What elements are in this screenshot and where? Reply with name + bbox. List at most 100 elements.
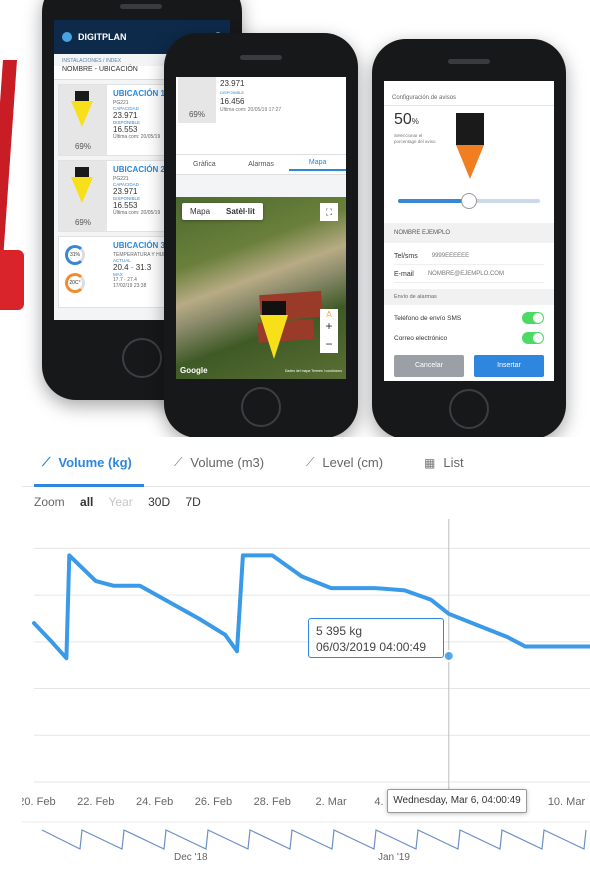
navigator-label-jan: Jan '19 — [378, 852, 410, 863]
phone-speaker — [240, 55, 282, 60]
available-value: 16.553 — [113, 125, 138, 134]
x-tick-label: 24. Feb — [136, 796, 173, 808]
capacity-value: 23.971 — [113, 111, 138, 120]
email-label: E-mail — [394, 271, 414, 278]
card-title: UBICACIÓN 3 — [113, 241, 166, 250]
tank-summary-lines: 23.971 DISPONIBLE 16.456 Ultima com: 20/… — [220, 79, 281, 115]
x-tick-label: 20. Feb — [22, 796, 56, 808]
home-button — [122, 338, 162, 378]
tab-grafica[interactable]: Gràfica — [176, 161, 233, 168]
home-button — [241, 387, 281, 427]
logo-icon — [62, 32, 72, 42]
tank-visual: 69% — [59, 85, 107, 155]
tank-top — [456, 113, 484, 145]
detail-tabs: Gràfica Alarmas Mapa — [176, 155, 346, 175]
satellite-map[interactable]: Mapa Satèl·lit ⛶ ♙ + − Google Dades del … — [176, 197, 346, 379]
last-update: Última com: 20/05/19 — [113, 210, 161, 216]
map-pin-tank-top — [262, 301, 286, 315]
map-pin-icon[interactable] — [260, 315, 288, 359]
tab-mapa[interactable]: Mapa — [289, 159, 346, 171]
sms-toggle-label: Teléfono de envío SMS — [394, 315, 462, 322]
last-update: Ultima com: 20/05/19 17:27 — [220, 107, 282, 113]
navigator-label-dec: Dec '18 — [174, 852, 208, 863]
map-terms[interactable]: Dades del mapa Termes i condicions — [285, 369, 342, 373]
alert-percent-hint: Seleccionar el porcentage del aviso — [394, 133, 436, 144]
tank-cone — [71, 101, 93, 127]
alert-percent: 50% — [394, 111, 419, 128]
x-tick-label: 22. Feb — [77, 796, 114, 808]
sms-toggle[interactable] — [522, 312, 544, 324]
card-info: UBICACIÓN 1 PG221 CAPACIDAD 23.971 DISPO… — [107, 85, 171, 155]
alert-slider[interactable] — [398, 193, 540, 209]
tank-visual: 69% — [59, 161, 107, 231]
tel-label: Tel/sms — [394, 253, 418, 260]
humidity-gauge: 31% — [65, 245, 85, 265]
zoom-in-button[interactable]: + — [320, 317, 338, 335]
available-value: 16.456 — [220, 97, 245, 106]
alerts-section-title: Configuración de avisos — [384, 81, 554, 106]
zoom-out-button[interactable]: − — [320, 335, 338, 353]
email-value[interactable]: NOMBRE@EJEMPLO.COM — [428, 271, 504, 278]
actual-values: 20.4 · 31.3 — [113, 263, 152, 272]
capacity-value: 23.971 — [220, 79, 245, 88]
mail-toggle[interactable] — [522, 332, 544, 344]
fill-percent: 69% — [74, 142, 91, 151]
x-tick-label: 28. Feb — [254, 796, 291, 808]
mail-toggle-label: Correo electrónico — [394, 335, 448, 342]
app-name: DIGITPLAN — [78, 32, 127, 42]
sms-toggle-row: Teléfono de envío SMS — [394, 312, 544, 324]
crosshair-date-label: Wednesday, Mar 6, 04:00:49 — [387, 789, 527, 813]
available-value: 16.553 — [113, 201, 138, 210]
alarm-send-header: Envío de alarmas — [384, 289, 554, 305]
tank-cone — [456, 145, 484, 179]
map-type-control: Mapa Satèl·lit — [182, 203, 263, 220]
temperature-gauge: 20C° — [65, 273, 85, 293]
google-logo: Google — [180, 366, 208, 375]
slider-fill — [398, 199, 469, 203]
red-tripod-base — [0, 250, 24, 310]
promo-phones-area: DIGITPLAN C INSTALACIONES / INDEX NOMBRE… — [0, 0, 590, 440]
tel-value[interactable]: 9999EEEEEE — [432, 253, 469, 260]
insert-button[interactable]: Insertar — [474, 355, 544, 377]
tank-visual: 69% — [178, 77, 216, 123]
tank-top — [75, 167, 89, 177]
slider-knob[interactable] — [461, 193, 477, 209]
x-tick-label: 2. Mar — [316, 796, 348, 808]
sensor-date: 17/02/19 23:38 — [113, 283, 147, 289]
tank-top — [75, 91, 89, 101]
capacity-value: 23.971 — [113, 187, 138, 196]
phone-alerts: Configuración de avisos 50% Seleccionar … — [372, 39, 566, 439]
phone-speaker — [448, 59, 490, 64]
phone-map: 69% 23.971 DISPONIBLE 16.456 Ultima com:… — [164, 33, 358, 438]
tab-alarmas[interactable]: Alarmas — [233, 161, 290, 168]
tel-row[interactable]: Tel/sms 9999EEEEEE — [394, 253, 544, 265]
chart-tooltip: 5 395 kg 06/03/2019 04:00:49 — [308, 618, 444, 658]
mail-toggle-row: Correo electrónico — [394, 332, 544, 344]
fill-percent: 69% — [74, 218, 91, 227]
chart-panel: ⟋ Volume (kg) ⟋ Volume (m3) ⟋ Level (cm)… — [22, 437, 590, 872]
card-title: UBICACIÓN 2 — [113, 165, 166, 174]
highlight-point — [442, 649, 455, 662]
map-mode-satellite[interactable]: Satèl·lit — [218, 203, 263, 220]
contact-name-header: NOMBRE EJEMPLO — [384, 223, 554, 243]
navigator-series — [41, 829, 587, 850]
map-mode-map[interactable]: Mapa — [182, 203, 218, 220]
card-title: UBICACIÓN 1 — [113, 89, 166, 98]
cancel-button[interactable]: Cancelar — [394, 355, 464, 377]
fullscreen-icon[interactable]: ⛶ — [320, 203, 338, 221]
available-label: DISPONIBLE — [220, 90, 245, 95]
x-tick-label: 26. Feb — [195, 796, 232, 808]
home-button — [449, 389, 489, 429]
phone-screen: 69% 23.971 DISPONIBLE 16.456 Ultima com:… — [176, 77, 346, 379]
x-tick-label: 10. Mar — [548, 796, 586, 808]
tank-cone — [71, 177, 93, 203]
phone-speaker — [120, 4, 162, 9]
last-update: Última com: 20/05/19 — [113, 134, 161, 140]
phone-screen: Configuración de avisos 50% Seleccionar … — [384, 81, 554, 381]
card-info: UBICACIÓN 2 PG221 CAPACIDAD 23.971 DISPO… — [107, 161, 171, 231]
tooltip-date: 06/03/2019 04:00:49 — [316, 640, 427, 654]
red-tripod-leg — [0, 60, 17, 260]
email-row[interactable]: E-mail NOMBRE@EJEMPLO.COM — [394, 271, 544, 283]
tank-summary: 69% 23.971 DISPONIBLE 16.456 Ultima com:… — [176, 77, 346, 155]
fill-percent: 69% — [188, 110, 205, 119]
